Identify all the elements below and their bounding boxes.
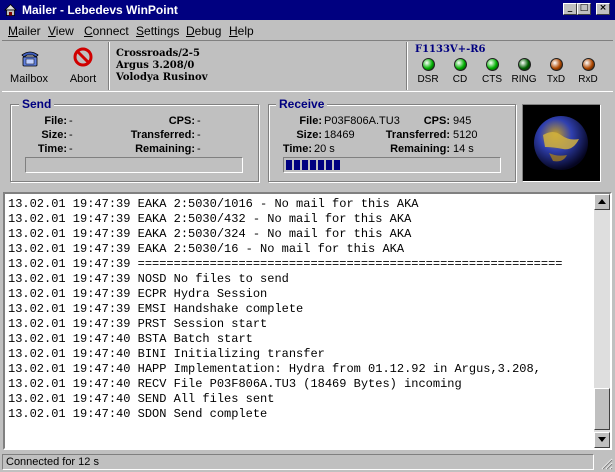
telephone-icon [21,51,39,67]
session-mailer: Argus 3.208/0 [116,60,195,71]
receive-transferred-value: 5120 [453,129,478,141]
log-line: 13.02.01 19:47:40 SDON Send complete [8,407,268,421]
receive-file-label: File: [299,115,322,127]
menu-mailer[interactable]: Mailer [8,24,41,38]
status-bar: Connected for 12 s [2,454,613,470]
status-panel: Connected for 12 s [2,454,594,470]
log-line: 13.02.01 19:47:39 EAKA 2:5030/324 - No m… [8,227,412,241]
send-transferred-value: - [197,129,201,141]
led-label-txd: TxD [546,74,566,85]
led-label-cts: CTS [482,74,502,85]
session-sysop: Volodya Rusinov [116,72,208,83]
resize-grip-icon[interactable] [599,456,613,470]
receive-time-value: 20 s [314,143,335,155]
menu-bar: Mailer View Connect Settings Debug Help [0,21,615,40]
led-rxd [582,58,595,71]
log-line: 13.02.01 19:47:39 EMSI Handshake complet… [8,302,304,316]
progress-chunk [286,160,292,170]
send-time-value: - [69,143,73,155]
arrow-down-icon [598,437,606,442]
arrow-up-icon [598,199,606,204]
receive-progress-bar [283,157,501,173]
log-scrollbar[interactable] [594,194,610,448]
toolbar-separator [108,42,110,90]
menu-view[interactable]: View [48,24,74,38]
menu-help[interactable]: Help [229,24,254,38]
maximize-button[interactable]: □ [577,3,591,15]
send-remaining-label: Remaining: [135,143,195,155]
toolbar-separator [406,42,408,90]
log-line: 13.02.01 19:47:40 SEND All files sent [8,392,275,406]
led-ring [518,58,531,71]
log-line: 13.02.01 19:47:39 EAKA 2:5030/1016 - No … [8,197,419,211]
modem-name: F1133V+-R6 [415,44,486,55]
send-progress-bar [25,157,243,173]
send-title: Send [19,97,55,111]
abort-icon [73,47,93,67]
mailbox-button[interactable]: Mailbox [6,45,52,87]
log-line: 13.02.01 19:47:40 BINI Initializing tran… [8,347,325,361]
menu-debug[interactable]: Debug [186,24,221,38]
minimize-button[interactable]: _ [563,3,577,15]
led-dsr [422,58,435,71]
progress-chunk [334,160,340,170]
led-cd [454,58,467,71]
receive-size-label: Size: [296,129,322,141]
log-lines: 13.02.01 19:47:39 EAKA 2:5030/1016 - No … [8,197,593,422]
toolbar: Mailbox Abort Crossroads/2-5 Argus 3.208… [2,40,613,92]
send-cps-value: - [197,115,201,127]
log-line: 13.02.01 19:47:40 RECV File P03F806A.TU3… [8,377,462,391]
menu-connect[interactable]: Connect [84,24,129,38]
window-title: Mailer - Lebedevs WinPoint [22,3,178,17]
close-button[interactable]: × [596,3,610,15]
scroll-up-button[interactable] [594,194,610,210]
led-label-ring: RING [511,74,537,85]
log-line: 13.02.01 19:47:39 ======================… [8,257,563,271]
receive-transferred-label: Transferred: [385,129,450,141]
log-line: 13.02.01 19:47:39 ECPR Hydra Session [8,287,268,301]
log-line: 13.02.01 19:47:40 BSTA Batch start [8,332,253,346]
scroll-thumb[interactable] [594,388,610,430]
send-size-value: - [69,129,73,141]
receive-title: Receive [276,97,328,111]
progress-chunk [294,160,300,170]
send-size-label: Size: [41,129,67,141]
logo-image [522,104,601,182]
receive-cps-value: 945 [453,115,472,127]
progress-chunk [302,160,308,170]
led-txd [550,58,563,71]
receive-remaining-value: 14 s [453,143,474,155]
menu-settings[interactable]: Settings [136,24,179,38]
progress-chunk [326,160,332,170]
receive-remaining-label: Remaining: [390,143,450,155]
send-transferred-label: Transferred: [130,129,195,141]
progress-chunk [310,160,316,170]
send-file-value: - [69,115,73,127]
receive-cps-label: CPS: [423,115,450,127]
receive-size-value: 18469 [324,129,355,141]
send-cps-label: CPS: [168,115,195,127]
led-cts [486,58,499,71]
log-line: 13.02.01 19:47:39 PRST Session start [8,317,268,331]
scroll-down-button[interactable] [594,432,610,448]
log-line: 13.02.01 19:47:39 EAKA 2:5030/16 - No ma… [8,242,405,256]
abort-button[interactable]: Abort [60,45,106,87]
send-time-label: Time: [37,143,67,155]
receive-time-label: Time: [282,143,312,155]
send-remaining-value: - [197,143,201,155]
led-label-cd: CD [452,74,468,85]
send-file-label: File: [44,115,67,127]
log-line: 13.02.01 19:47:39 EAKA 2:5030/432 - No m… [8,212,412,226]
title-bar: Mailer - Lebedevs WinPoint _ □ × [0,0,615,20]
led-label-dsr: DSR [417,74,439,85]
log-line: 13.02.01 19:47:40 HAPP Implementation: H… [8,362,541,376]
log-view[interactable]: 13.02.01 19:47:39 EAKA 2:5030/1016 - No … [3,192,612,450]
led-label-rxd: RxD [578,74,598,85]
session-address: Crossroads/2-5 [116,48,200,59]
status-text: Connected for 12 s [6,456,99,468]
globe-logo-icon [534,116,588,170]
app-house-icon [4,3,17,16]
log-line: 13.02.01 19:47:39 NOSD No files to send [8,272,289,286]
progress-chunk [318,160,324,170]
